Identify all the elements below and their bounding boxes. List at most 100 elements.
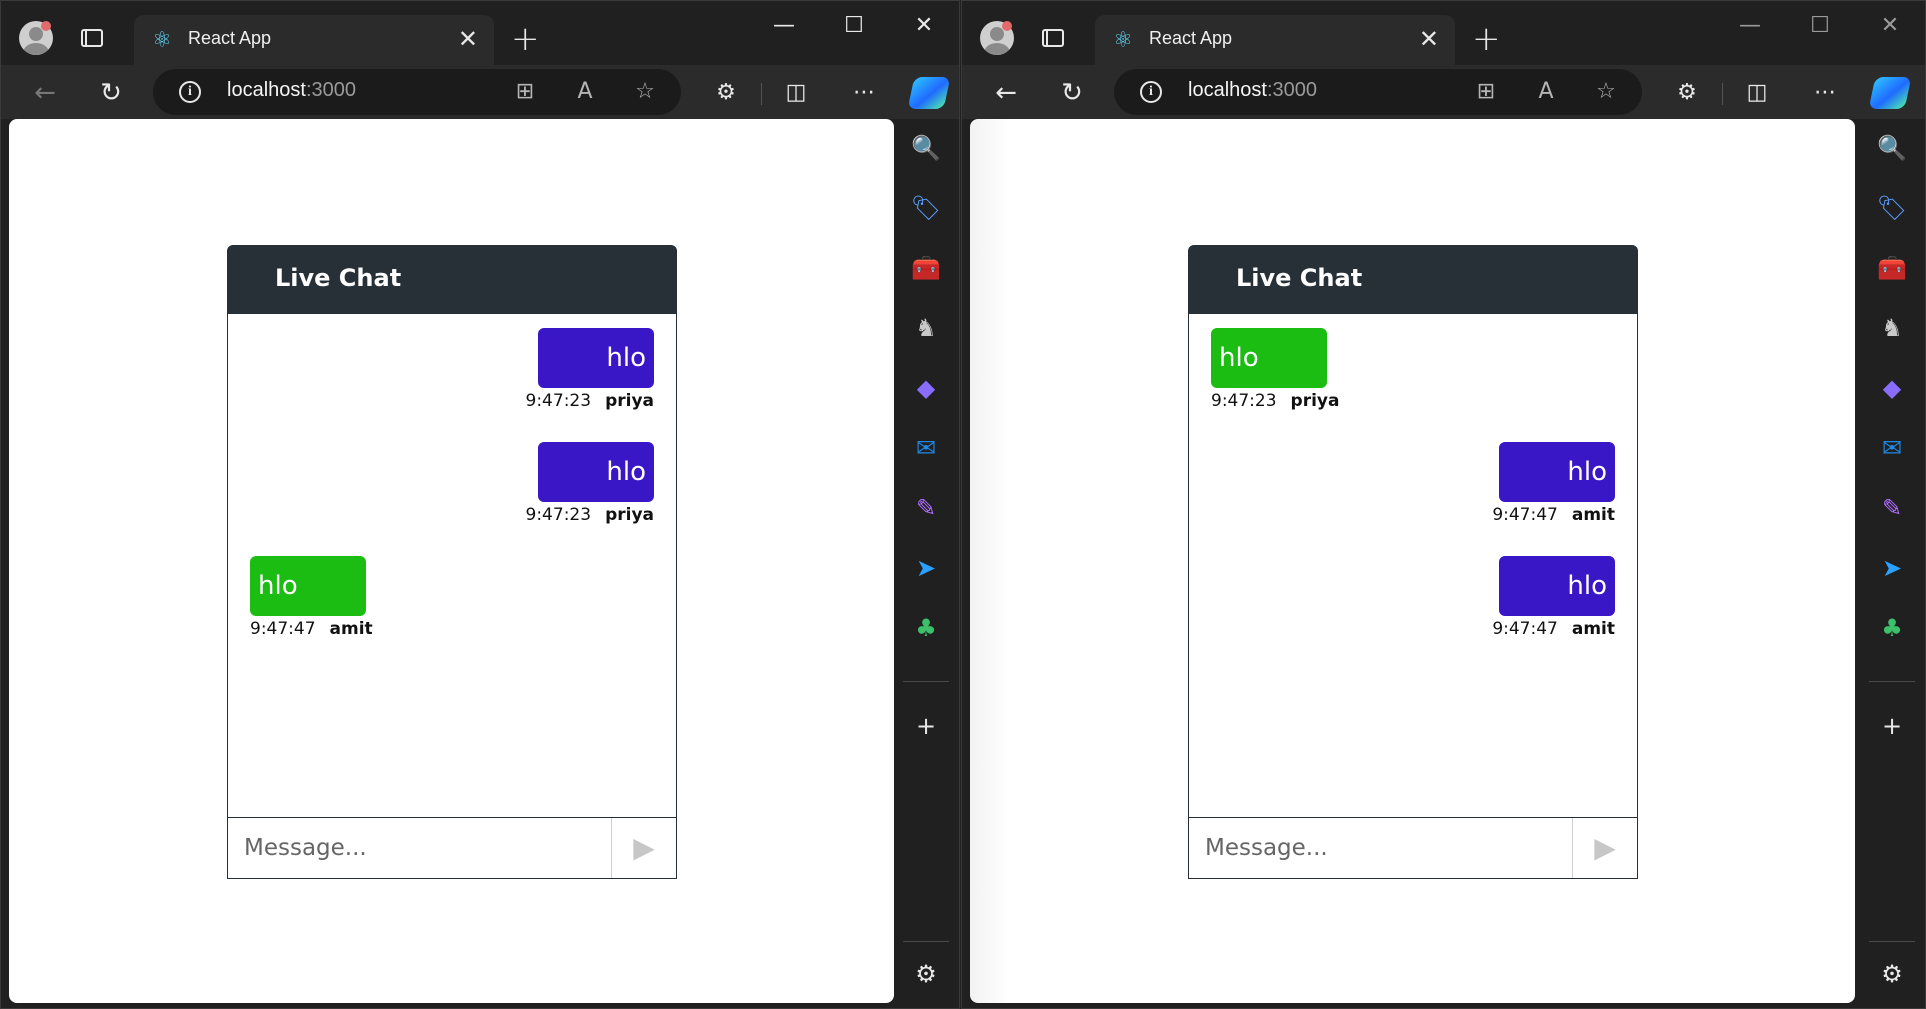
- tag-icon[interactable]: 🏷: [909, 191, 943, 225]
- site-info-icon[interactable]: i: [179, 81, 201, 103]
- settings-icon[interactable]: ⚙: [1875, 957, 1909, 991]
- message-meta: 9:47:23 priya: [526, 505, 654, 525]
- address-bar[interactable]: i localhost:3000 ⊞ A ☆: [1114, 69, 1642, 115]
- message-author: priya: [1290, 391, 1340, 411]
- chess-icon[interactable]: ♞: [1875, 311, 1909, 345]
- toolbox-icon[interactable]: 🧰: [1875, 251, 1909, 285]
- tab-bar: ⚛ React App ✕ + — ☐ ✕: [1, 1, 959, 65]
- url-host: localhost: [227, 79, 306, 101]
- message-bubble: hlo: [1499, 442, 1615, 502]
- message-author: amit: [329, 619, 373, 639]
- tree-icon[interactable]: ♣: [1875, 611, 1909, 645]
- designer-icon[interactable]: ✎: [909, 491, 943, 525]
- toolbar-separator: [1722, 83, 1723, 105]
- site-info-icon[interactable]: i: [1140, 81, 1162, 103]
- refresh-button[interactable]: ↻: [1054, 75, 1090, 111]
- sidebar-separator: [1869, 941, 1915, 942]
- edge-sidebar: 🔍 🏷 🧰 ♞ ◆ ✉ ✎ ➤ ♣ + ⚙: [895, 119, 959, 1003]
- copilot-icon[interactable]: [907, 77, 951, 109]
- apps-icon[interactable]: ⊞: [511, 78, 539, 106]
- send-button[interactable]: ▶: [612, 818, 676, 878]
- more-menu-icon[interactable]: ⋯: [849, 78, 879, 108]
- outlook-icon[interactable]: ✉: [1875, 431, 1909, 465]
- message-input[interactable]: [228, 818, 612, 878]
- copilot-icon[interactable]: [1868, 77, 1912, 109]
- tab-react-app[interactable]: ⚛ React App ✕: [1095, 15, 1455, 65]
- chat-messages[interactable]: hlo 9:47:23 priya hlo 9:47:47 amit hlo 9:4…: [1188, 313, 1638, 817]
- message-time: 9:47:47: [250, 619, 316, 639]
- new-tab-button[interactable]: +: [511, 19, 540, 59]
- message-author: amit: [1571, 619, 1615, 639]
- designer-icon[interactable]: ✎: [1875, 491, 1909, 525]
- add-icon[interactable]: +: [909, 709, 943, 743]
- chat-messages[interactable]: hlo 9:47:23 priya hlo 9:47:23 priya hlo 9:…: [227, 313, 677, 817]
- close-tab-icon[interactable]: ✕: [458, 25, 478, 53]
- message-meta: 9:47:47 amit: [1492, 619, 1615, 639]
- tab-react-app[interactable]: ⚛ React App ✕: [134, 15, 494, 65]
- chat-header: Live Chat: [1188, 245, 1638, 313]
- search-icon[interactable]: 🔍: [909, 131, 943, 165]
- split-screen-icon[interactable]: ◫: [1742, 78, 1772, 108]
- chat-input-bar: ▶: [227, 817, 677, 879]
- tab-bar: ⚛ React App ✕ + — ☐ ✕: [962, 1, 1925, 65]
- close-window-button[interactable]: ✕: [1855, 1, 1925, 51]
- favorite-star-icon[interactable]: ☆: [1592, 78, 1620, 106]
- extensions-icon[interactable]: ⚙: [1672, 78, 1702, 108]
- message-item: hlo 9:47:23 priya: [526, 328, 654, 411]
- add-icon[interactable]: +: [1875, 709, 1909, 743]
- message-bubble: hlo: [1499, 556, 1615, 616]
- read-aloud-icon[interactable]: A: [571, 78, 599, 106]
- tree-icon[interactable]: ♣: [909, 611, 943, 645]
- outlook-icon[interactable]: ✉: [909, 431, 943, 465]
- url-text: localhost:3000: [1188, 79, 1317, 102]
- message-bubble: hlo: [1211, 328, 1327, 388]
- maximize-button[interactable]: ☐: [1785, 1, 1855, 51]
- page-viewport: Live Chat hlo 9:47:23 priya hlo 9:47:23 pr…: [9, 119, 894, 1003]
- refresh-button[interactable]: ↻: [93, 75, 129, 111]
- send-button[interactable]: ▶: [1573, 818, 1637, 878]
- message-time: 9:47:23: [525, 391, 592, 411]
- message-author: priya: [605, 391, 654, 411]
- message-meta: 9:47:23 priya: [526, 391, 654, 411]
- favorite-star-icon[interactable]: ☆: [631, 78, 659, 106]
- message-item: hlo 9:47:47 amit: [250, 556, 373, 639]
- copilot-app-icon[interactable]: ◆: [909, 371, 943, 405]
- new-tab-button[interactable]: +: [1472, 19, 1501, 59]
- copilot-app-icon[interactable]: ◆: [1875, 371, 1909, 405]
- split-screen-icon[interactable]: ◫: [781, 78, 811, 108]
- tag-icon[interactable]: 🏷: [1875, 191, 1909, 225]
- message-bubble: hlo: [538, 442, 654, 502]
- minimize-button[interactable]: —: [749, 1, 819, 51]
- address-bar[interactable]: i localhost:3000 ⊞ A ☆: [153, 69, 681, 115]
- search-icon[interactable]: 🔍: [1875, 131, 1909, 165]
- send-icon[interactable]: ➤: [909, 551, 943, 585]
- settings-icon[interactable]: ⚙: [909, 957, 943, 991]
- maximize-button[interactable]: ☐: [819, 1, 889, 51]
- edge-sidebar: 🔍 🏷 🧰 ♞ ◆ ✉ ✎ ➤ ♣ + ⚙: [1861, 119, 1925, 1003]
- minimize-button[interactable]: —: [1715, 1, 1785, 51]
- chess-icon[interactable]: ♞: [909, 311, 943, 345]
- extensions-icon[interactable]: ⚙: [711, 78, 741, 108]
- back-button[interactable]: ←: [988, 75, 1024, 111]
- window-controls: — ☐ ✕: [1715, 1, 1925, 51]
- react-icon: ⚛: [152, 28, 172, 53]
- close-tab-icon[interactable]: ✕: [1419, 25, 1439, 53]
- back-button[interactable]: ←: [27, 75, 63, 111]
- address-toolbar: ← ↻ i localhost:3000 ⊞ A ☆ ⚙ ◫ ⋯: [962, 65, 1925, 119]
- close-window-button[interactable]: ✕: [889, 1, 959, 51]
- tab-actions-icon[interactable]: [1042, 29, 1064, 47]
- toolbar-separator: [761, 83, 762, 105]
- message-input[interactable]: [1189, 818, 1573, 878]
- more-menu-icon[interactable]: ⋯: [1810, 78, 1840, 108]
- chat-header: Live Chat: [227, 245, 677, 313]
- send-icon[interactable]: ➤: [1875, 551, 1909, 585]
- read-aloud-icon[interactable]: A: [1532, 78, 1560, 106]
- message-time: 9:47:23: [1211, 391, 1277, 411]
- message-item: hlo 9:47:23 priya: [526, 442, 654, 525]
- toolbox-icon[interactable]: 🧰: [909, 251, 943, 285]
- tab-actions-icon[interactable]: [81, 29, 103, 47]
- sidebar-separator: [903, 681, 949, 682]
- apps-icon[interactable]: ⊞: [1472, 78, 1500, 106]
- message-meta: 9:47:47 amit: [250, 619, 373, 639]
- url-port: :3000: [305, 79, 356, 101]
